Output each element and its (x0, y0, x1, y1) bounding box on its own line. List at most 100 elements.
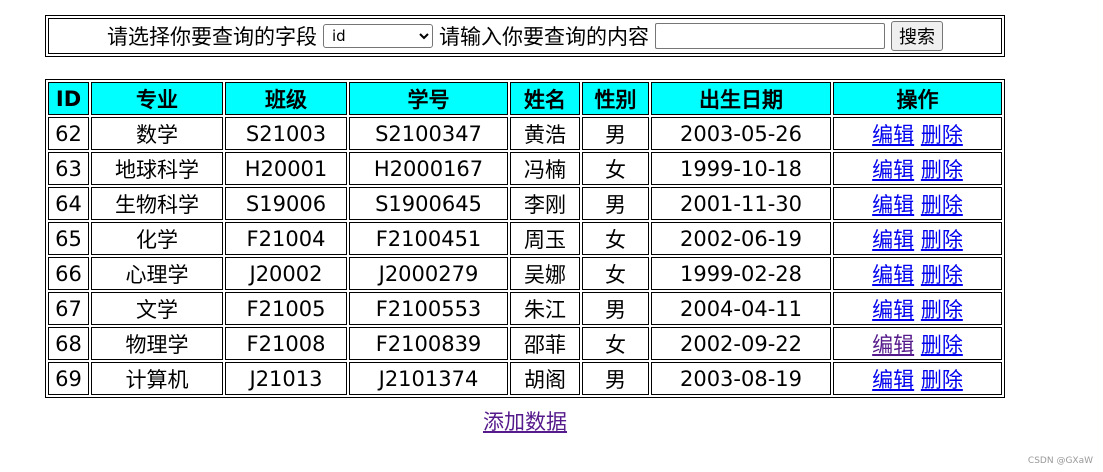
edit-link[interactable]: 编辑 (872, 123, 914, 147)
table-body: 62 数学 S21003 S2100347 黄浩男 2003-05-26 编辑 删除 63 地球… (48, 117, 1002, 395)
cell-name: 邵菲 (510, 327, 580, 360)
cell-id: 68 (48, 327, 89, 360)
cell-actions: 编辑 删除 (833, 152, 1002, 185)
edit-link[interactable]: 编辑 (872, 228, 914, 252)
cell-id: 64 (48, 187, 89, 220)
header-birth: 出生日期 (651, 82, 831, 115)
cell-student-no: F2100839 (349, 327, 508, 360)
cell-id: 66 (48, 257, 89, 290)
cell-major: 文学 (91, 292, 223, 325)
edit-link[interactable]: 编辑 (872, 193, 914, 217)
cell-actions: 编辑 删除 (833, 117, 1002, 150)
cell-gender: 男 (582, 117, 649, 150)
cell-gender: 女 (582, 327, 649, 360)
delete-link[interactable]: 删除 (921, 123, 963, 147)
cell-birth: 2002-06-19 (651, 222, 831, 255)
cell-class: F21005 (225, 292, 347, 325)
edit-link[interactable]: 编辑 (872, 263, 914, 287)
cell-student-no: J2101374 (349, 362, 508, 395)
cell-birth: 2003-08-19 (651, 362, 831, 395)
cell-gender: 女 (582, 152, 649, 185)
cell-id: 62 (48, 117, 89, 150)
header-major: 专业 (91, 82, 223, 115)
edit-link[interactable]: 编辑 (872, 333, 914, 357)
cell-birth: 2003-05-26 (651, 117, 831, 150)
cell-student-no: J2000279 (349, 257, 508, 290)
cell-student-no: S1900645 (349, 187, 508, 220)
delete-link[interactable]: 删除 (921, 368, 963, 392)
edit-link[interactable]: 编辑 (872, 298, 914, 322)
watermark: CSDN @GXaW (1027, 456, 1093, 466)
cell-gender: 女 (582, 257, 649, 290)
cell-actions: 编辑 删除 (833, 292, 1002, 325)
cell-birth: 2002-09-22 (651, 327, 831, 360)
delete-link[interactable]: 删除 (921, 228, 963, 252)
cell-id: 69 (48, 362, 89, 395)
search-input[interactable] (655, 23, 885, 49)
cell-student-no: F2100451 (349, 222, 508, 255)
table-row: 62 数学 S21003 S2100347 黄浩男 2003-05-26 编辑 删除 (48, 117, 1002, 150)
table-row: 68 物理学 F21008 F2100839 邵菲女 2002-09-22 编辑 删除 (48, 327, 1002, 360)
cell-gender: 男 (582, 292, 649, 325)
cell-major: 化学 (91, 222, 223, 255)
cell-birth: 2001-11-30 (651, 187, 831, 220)
table-row: 69 计算机 J21013 J2101374 胡阁男 2003-08-19 编辑 删除 (48, 362, 1002, 395)
cell-name: 吴娜 (510, 257, 580, 290)
cell-major: 计算机 (91, 362, 223, 395)
cell-gender: 男 (582, 362, 649, 395)
cell-class: J20002 (225, 257, 347, 290)
delete-link[interactable]: 删除 (921, 158, 963, 182)
cell-name: 周玉 (510, 222, 580, 255)
student-table: ID 专业 班级 学号 姓名 性别 出生日期 操作 62 数学 S21003 S210… (45, 79, 1005, 398)
edit-link[interactable]: 编辑 (872, 368, 914, 392)
cell-class: S21003 (225, 117, 347, 150)
cell-student-no: F2100553 (349, 292, 508, 325)
cell-class: H20001 (225, 152, 347, 185)
cell-gender: 女 (582, 222, 649, 255)
delete-link[interactable]: 删除 (921, 333, 963, 357)
field-prompt-label: 请选择你要查询的字段 (107, 25, 317, 49)
cell-id: 63 (48, 152, 89, 185)
field-select[interactable]: id (323, 24, 433, 48)
cell-major: 地球科学 (91, 152, 223, 185)
add-data-link[interactable]: 添加数据 (483, 410, 567, 434)
search-form: 请选择你要查询的字段 id 请输入你要查询的内容 搜索 (45, 15, 1005, 57)
cell-major: 物理学 (91, 327, 223, 360)
delete-link[interactable]: 删除 (921, 263, 963, 287)
cell-student-no: H2000167 (349, 152, 508, 185)
cell-id: 65 (48, 222, 89, 255)
header-name: 姓名 (510, 82, 580, 115)
header-student-no: 学号 (349, 82, 508, 115)
cell-gender: 男 (582, 187, 649, 220)
cell-actions: 编辑 删除 (833, 222, 1002, 255)
cell-class: F21008 (225, 327, 347, 360)
header-class: 班级 (225, 82, 347, 115)
cell-name: 朱江 (510, 292, 580, 325)
content-prompt-label: 请输入你要查询的内容 (439, 25, 649, 49)
table-row: 63 地球科学 H20001 H2000167 冯楠女 1999-10-18 编辑 删除 (48, 152, 1002, 185)
table-row: 67 文学 F21005 F2100553 朱江男 2004-04-11 编辑 删除 (48, 292, 1002, 325)
cell-class: S19006 (225, 187, 347, 220)
delete-link[interactable]: 删除 (921, 193, 963, 217)
cell-name: 胡阁 (510, 362, 580, 395)
cell-actions: 编辑 删除 (833, 327, 1002, 360)
delete-link[interactable]: 删除 (921, 298, 963, 322)
table-row: 66 心理学 J20002 J2000279 吴娜女 1999-02-28 编辑 删除 (48, 257, 1002, 290)
cell-actions: 编辑 删除 (833, 257, 1002, 290)
cell-birth: 1999-10-18 (651, 152, 831, 185)
search-button[interactable]: 搜索 (891, 21, 943, 51)
cell-birth: 1999-02-28 (651, 257, 831, 290)
table-row: 65 化学 F21004 F2100451 周玉女 2002-06-19 编辑 删除 (48, 222, 1002, 255)
header-gender: 性别 (582, 82, 649, 115)
table-header-row: ID 专业 班级 学号 姓名 性别 出生日期 操作 (48, 82, 1002, 115)
cell-name: 冯楠 (510, 152, 580, 185)
add-data-container: 添加数据 (0, 406, 1050, 436)
cell-actions: 编辑 删除 (833, 187, 1002, 220)
cell-birth: 2004-04-11 (651, 292, 831, 325)
cell-major: 数学 (91, 117, 223, 150)
header-id: ID (48, 82, 89, 115)
edit-link[interactable]: 编辑 (872, 158, 914, 182)
search-form-inner: 请选择你要查询的字段 id 请输入你要查询的内容 搜索 (48, 18, 1002, 54)
cell-class: F21004 (225, 222, 347, 255)
cell-class: J21013 (225, 362, 347, 395)
